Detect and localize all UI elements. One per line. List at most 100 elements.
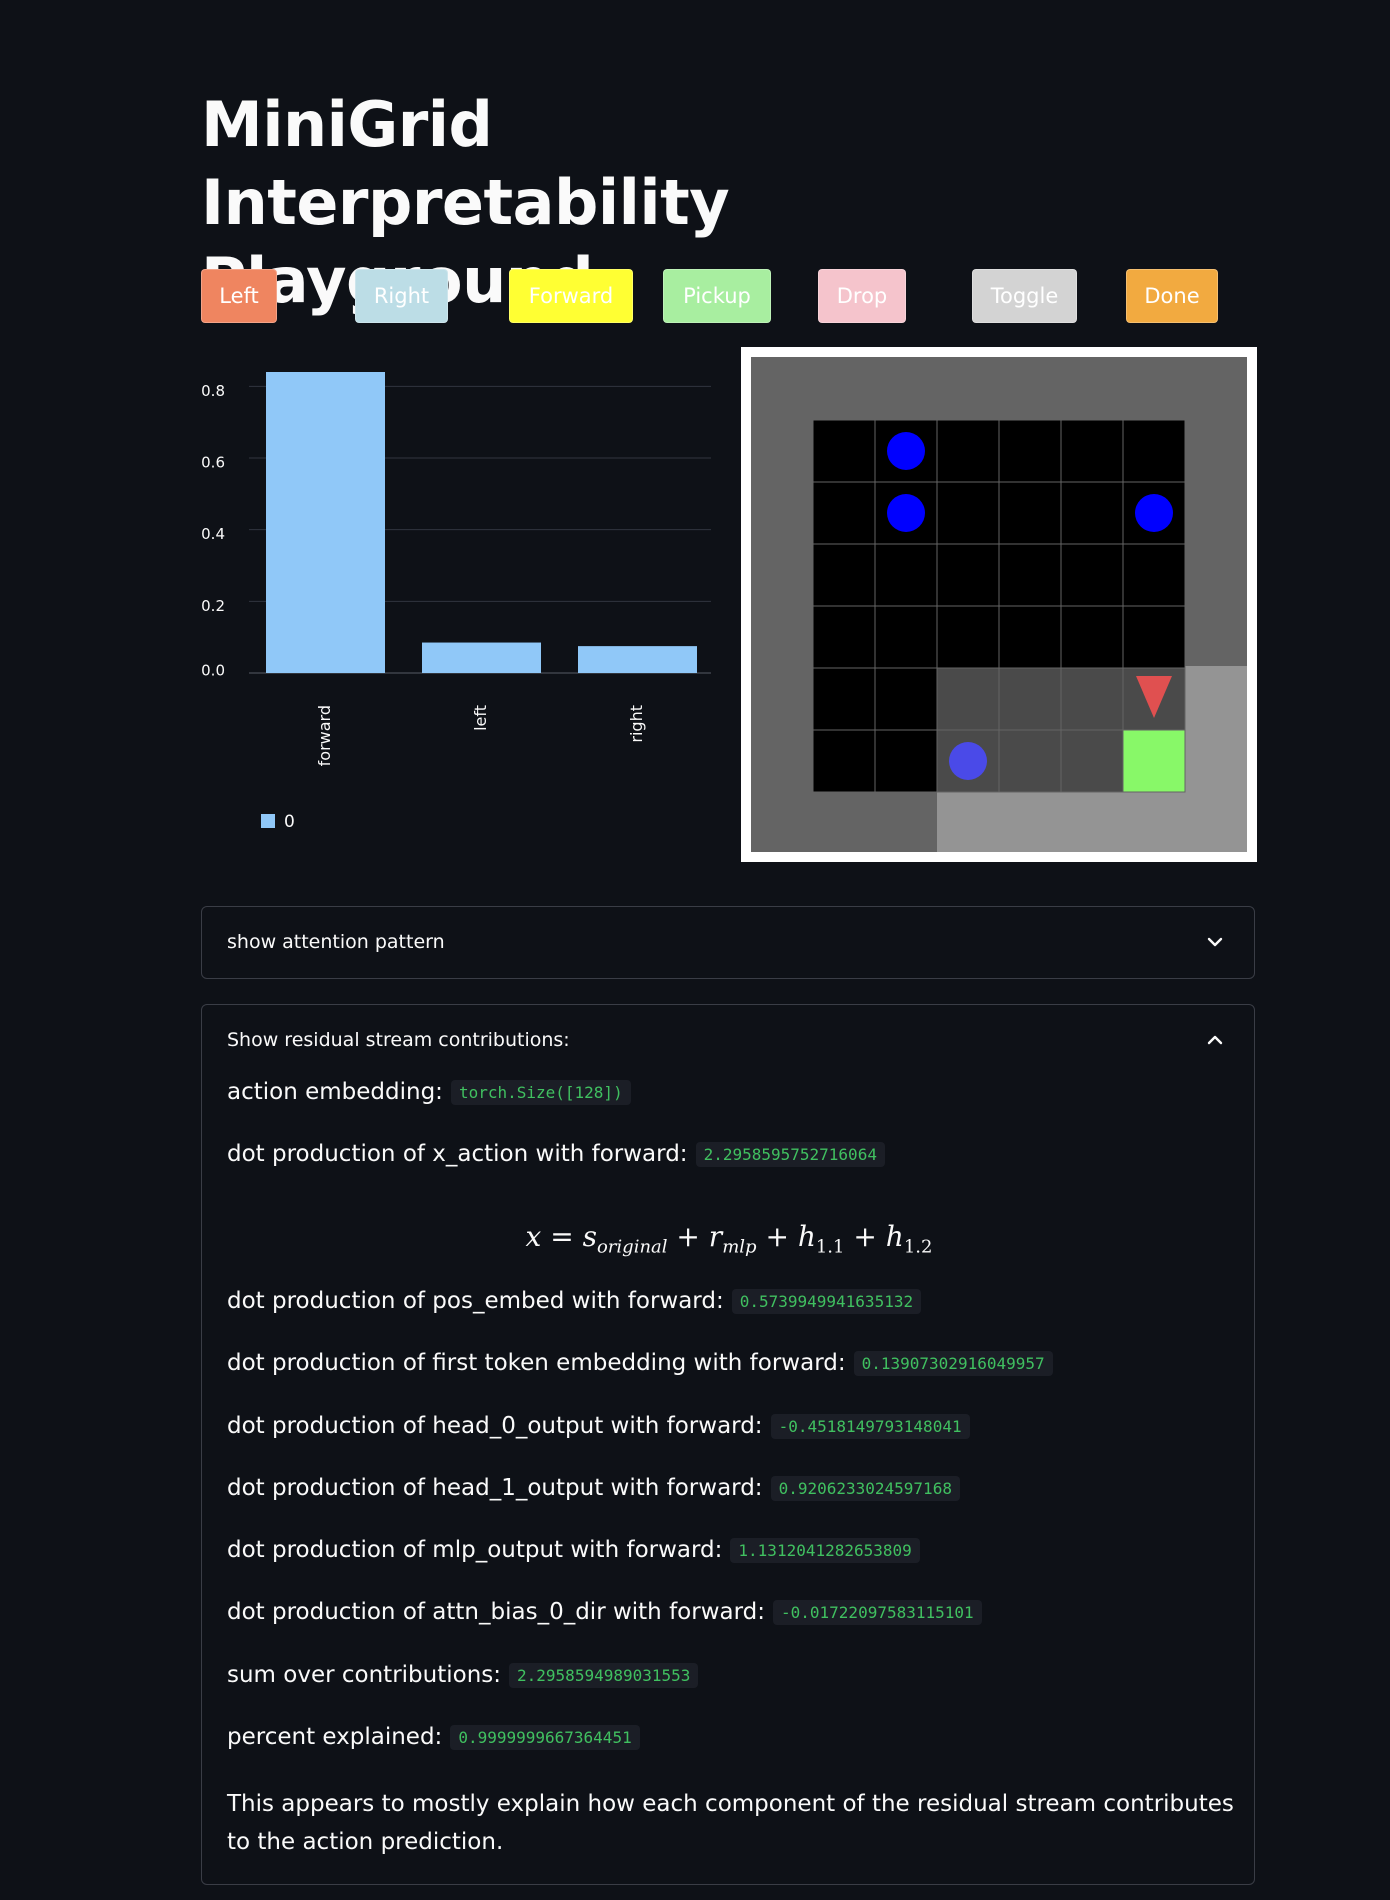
x-tick-label: right	[627, 705, 646, 743]
toggle-button[interactable]: Toggle	[972, 269, 1077, 323]
percent-line: percent explained: 0.9999999667364451	[227, 1724, 640, 1750]
attention-expander-header[interactable]: show attention pattern	[202, 907, 1254, 977]
attn-bias-value: -0.01722097583115101	[773, 1599, 982, 1625]
grid-cell	[812, 729, 876, 793]
y-tick-label: 0.2	[201, 597, 225, 615]
head-1-line: dot production of head_1_output with for…	[227, 1475, 960, 1501]
sum-label: sum over contributions:	[227, 1662, 502, 1688]
attention-expander[interactable]: show attention pattern	[201, 906, 1255, 979]
head-0-label: dot production of head_0_output with for…	[227, 1413, 763, 1439]
grid-cell	[998, 419, 1062, 483]
right-button[interactable]: Right	[355, 269, 448, 323]
y-tick-label: 0.6	[201, 454, 225, 472]
mlp-value: 1.1312041282653809	[730, 1537, 920, 1563]
grid-cell	[936, 605, 1000, 669]
residual-expander[interactable]: Show residual stream contributions: acti…	[201, 1004, 1255, 1885]
percent-value: 0.9999999667364451	[450, 1724, 640, 1750]
grid-cell	[998, 543, 1062, 607]
app-page: MiniGrid Interpretability Playground Lef…	[0, 0, 1390, 1900]
minigrid-view	[741, 347, 1257, 862]
grid-cell	[998, 729, 1062, 793]
percent-label: percent explained:	[227, 1724, 443, 1750]
first-token-line: dot production of first token embedding …	[227, 1350, 1053, 1376]
grid-cell	[1060, 605, 1124, 669]
action-embedding-value: torch.Size([128])	[450, 1079, 631, 1105]
grid-cell	[812, 605, 876, 669]
mlp-line: dot production of mlp_output with forwar…	[227, 1537, 920, 1563]
action-embedding-label: action embedding:	[227, 1079, 443, 1105]
x-tick-label: forward	[315, 705, 334, 766]
done-button[interactable]: Done	[1126, 269, 1218, 323]
grid-cell	[1060, 667, 1124, 731]
goal-tile	[1122, 729, 1186, 793]
sum-value: 2.2958594989031553	[509, 1662, 699, 1688]
pos-embed-line: dot production of pos_embed with forward…	[227, 1288, 922, 1314]
grid-cell	[936, 481, 1000, 545]
pos-embed-label: dot production of pos_embed with forward…	[227, 1288, 724, 1314]
grid-cell	[1060, 419, 1124, 483]
grid-cell	[812, 481, 876, 545]
conclusion-text: This appears to mostly explain how each …	[227, 1791, 1234, 1855]
blue-ball	[1135, 494, 1173, 532]
chevron-up-icon	[1207, 1035, 1223, 1045]
x-action-value: 2.2958595752716064	[695, 1141, 885, 1167]
grid-cell	[874, 605, 938, 669]
blue-ball	[887, 494, 925, 532]
attention-expander-label: show attention pattern	[227, 931, 445, 953]
first-token-value: 0.13907302916049957	[853, 1350, 1053, 1376]
grid-cell	[998, 605, 1062, 669]
x-action-label: dot production of x_action with forward:	[227, 1141, 688, 1167]
grid-cell	[812, 667, 876, 731]
grid-cell	[874, 729, 938, 793]
pickup-button[interactable]: Pickup	[663, 269, 771, 323]
head-0-value: -0.4518149793148041	[770, 1413, 970, 1439]
blue-ball	[949, 742, 987, 780]
first-token-label: dot production of first token embedding …	[227, 1350, 846, 1376]
pos-embed-value: 0.5739949941635132	[731, 1288, 922, 1314]
action-probability-chart: 0.0 0.2 0.4 0.6 0.8 forward left right 0	[201, 350, 721, 832]
mlp-label: dot production of mlp_output with forwar…	[227, 1537, 723, 1563]
legend-swatch	[261, 814, 275, 828]
grid-cell	[874, 543, 938, 607]
grid-cell	[936, 543, 1000, 607]
sum-line: sum over contributions: 2.29585949890315…	[227, 1662, 699, 1688]
bar-forward	[266, 372, 385, 673]
legend-label: 0	[284, 812, 295, 832]
drop-button[interactable]: Drop	[818, 269, 906, 323]
y-tick-label: 0.8	[201, 382, 225, 400]
head-1-value: 0.9206233024597168	[770, 1475, 960, 1501]
grid-cell	[998, 481, 1062, 545]
chevron-down-icon	[1207, 937, 1223, 947]
attn-bias-line: dot production of attn_bias_0_dir with f…	[227, 1599, 982, 1625]
head-0-line: dot production of head_0_output with for…	[227, 1413, 970, 1439]
grid-cell	[874, 667, 938, 731]
x-tick-label: left	[471, 705, 490, 731]
grid-cell	[936, 419, 1000, 483]
blue-ball	[887, 432, 925, 470]
grid-cell	[936, 667, 1000, 731]
forward-button[interactable]: Forward	[509, 269, 633, 323]
grid-cell	[1122, 543, 1186, 607]
grid-cell	[1122, 419, 1186, 483]
grid-outside-region	[1185, 666, 1247, 852]
action-embedding-line: action embedding: torch.Size([128])	[227, 1079, 631, 1105]
action-button-row: Left Right Forward Pickup Drop Toggle Do…	[201, 269, 1257, 323]
attn-bias-label: dot production of attn_bias_0_dir with f…	[227, 1599, 765, 1625]
residual-expander-header[interactable]: Show residual stream contributions:	[202, 1005, 1254, 1075]
grid-cell	[1122, 605, 1186, 669]
residual-formula: x = soriginal + rmlp + h1.1 + h1.2	[525, 1220, 933, 1258]
grid-cell	[998, 667, 1062, 731]
residual-expander-label: Show residual stream contributions:	[227, 1029, 570, 1051]
grid-cell	[812, 543, 876, 607]
head-1-label: dot production of head_1_output with for…	[227, 1475, 763, 1501]
grid-cell	[1060, 729, 1124, 793]
x-action-line: dot production of x_action with forward:…	[227, 1141, 885, 1167]
grid-cell	[812, 419, 876, 483]
grid-cell	[1060, 543, 1124, 607]
bar-right	[578, 646, 697, 673]
y-tick-label: 0.0	[201, 662, 225, 680]
grid-cell	[1060, 481, 1124, 545]
bar-left	[422, 642, 541, 673]
left-button[interactable]: Left	[201, 269, 277, 323]
y-tick-label: 0.4	[201, 525, 225, 543]
